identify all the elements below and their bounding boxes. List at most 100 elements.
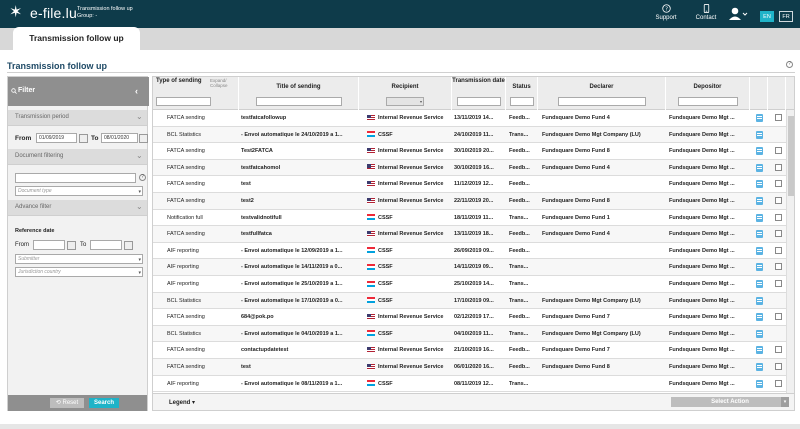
table-row[interactable]: FATCA sending Test2FATCA Internal Revenue … — [153, 143, 786, 160]
table-row[interactable]: FATCA sending test Internal Revenue Servic… — [153, 176, 786, 193]
calendar-icon[interactable] — [124, 241, 133, 250]
column-declarer[interactable]: Declarer — [538, 77, 666, 110]
submitter-select[interactable]: Submitter ▾ — [15, 254, 143, 264]
legend-toggle[interactable]: Legend ▾ — [169, 399, 195, 406]
lang-fr-button[interactable]: FR — [779, 11, 793, 22]
title-filter-input[interactable] — [256, 97, 342, 106]
document-icon[interactable] — [756, 346, 763, 355]
search-button[interactable]: Search — [89, 398, 119, 408]
table-row[interactable]: BCL Statistics - Envoi automatique le 17/… — [153, 292, 786, 310]
table-row[interactable]: BCL Statistics - Envoi automatique le 24/… — [153, 126, 786, 144]
table-row[interactable]: Notification full testvalidnotifull CSSF 18… — [153, 210, 786, 227]
transmission-period-section[interactable]: Transmission period ⌄ — [8, 110, 147, 126]
recipient-filter-select[interactable]: ▾ — [386, 97, 424, 106]
tab-transmission-follow-up[interactable]: Transmission follow up — [13, 27, 140, 50]
select-action-dropdown[interactable]: Select Action ▾ — [671, 397, 789, 407]
column-title[interactable]: Title of sending — [239, 77, 359, 110]
cell-title[interactable]: testfatcahomol — [241, 160, 357, 176]
table-row[interactable]: FATCA sending testfatcahomol Internal Reve… — [153, 159, 786, 177]
row-select-checkbox[interactable] — [775, 230, 782, 238]
document-icon[interactable] — [756, 263, 763, 272]
document-icon[interactable] — [756, 147, 763, 156]
document-icon[interactable] — [756, 329, 763, 338]
document-icon[interactable] — [756, 313, 763, 322]
table-row[interactable]: AIF reporting - Envoi automatique le 14/1… — [153, 259, 786, 276]
document-icon[interactable] — [756, 213, 763, 222]
column-depositor[interactable]: Depositor — [666, 77, 750, 110]
app-logo[interactable]: e-file.lu — [30, 6, 77, 20]
ref-from-input[interactable] — [33, 240, 65, 250]
table-row[interactable]: AIF reporting - Envoi automatique le 12/0… — [153, 243, 786, 260]
cell-title[interactable]: test2 — [241, 193, 357, 209]
cell-title[interactable]: testfatcafollowup — [241, 110, 357, 126]
date-filter-input[interactable] — [457, 97, 501, 106]
table-row[interactable]: FATCA sending test2 Internal Revenue Servi… — [153, 193, 786, 210]
cell-title[interactable]: - Envoi automatique le 25/10/2019 a 1... — [241, 276, 357, 292]
table-row[interactable]: FATCA sending testfatcafollowup Internal R… — [153, 110, 786, 127]
document-type-select[interactable]: Document type ▾ — [15, 186, 143, 196]
table-row[interactable]: FATCA sending 684@pok.po Internal Revenue … — [153, 309, 786, 326]
row-select-checkbox[interactable] — [775, 363, 782, 370]
table-row[interactable]: AIF reporting - Envoi automatique le 25/1… — [153, 276, 786, 293]
calendar-icon[interactable] — [139, 134, 148, 143]
table-row[interactable]: FATCA sending test Internal Revenue Servic… — [153, 359, 786, 376]
row-select-checkbox[interactable] — [775, 114, 782, 121]
table-row[interactable]: BCL Statistics - Envoi automatique le 04/… — [153, 325, 786, 343]
document-icon[interactable] — [756, 363, 763, 371]
column-type[interactable]: Type of sending Expand/ Collapse — [153, 77, 239, 110]
cell-title[interactable]: contactupdatetest — [241, 342, 357, 358]
document-icon[interactable] — [756, 180, 763, 189]
cell-title[interactable]: - Envoi automatique le 08/11/2019 a 1... — [241, 376, 357, 392]
user-menu-icon[interactable] — [728, 7, 748, 21]
row-select-checkbox[interactable] — [775, 280, 782, 287]
document-icon[interactable] — [756, 230, 763, 239]
row-select-checkbox[interactable] — [775, 346, 782, 354]
table-row[interactable]: FATCA sending testfullfatca Internal Reven… — [153, 226, 786, 243]
cell-title[interactable]: - Envoi automatique le 12/09/2019 a 1... — [241, 243, 357, 259]
row-select-checkbox[interactable] — [775, 213, 782, 221]
document-icon[interactable] — [756, 114, 763, 122]
table-row[interactable]: FATCA sending contactupdatetest Internal R… — [153, 342, 786, 359]
contact-button[interactable]: Contact — [686, 4, 726, 21]
cell-title[interactable]: - Envoi automatique le 24/10/2019 a 1... — [241, 127, 357, 143]
status-filter-input[interactable] — [510, 97, 534, 106]
jurisdiction-country-select[interactable]: Jurisdiction country ▾ — [15, 267, 143, 277]
column-recipient[interactable]: Recipient ▾ — [359, 77, 452, 110]
row-select-checkbox[interactable] — [775, 313, 782, 321]
row-select-checkbox[interactable] — [775, 263, 782, 271]
row-select-checkbox[interactable] — [775, 147, 782, 155]
depositor-filter-input[interactable] — [678, 97, 738, 106]
lang-en-button[interactable]: EN — [760, 11, 774, 22]
table-row[interactable]: AIF reporting - Envoi automatique le 08/1… — [153, 376, 786, 393]
help-icon[interactable]: ? — [139, 174, 146, 181]
help-icon[interactable]: ? — [786, 61, 793, 68]
column-status[interactable]: Status — [506, 77, 538, 110]
row-select-checkbox[interactable] — [775, 163, 782, 171]
type-filter-input[interactable] — [156, 97, 211, 106]
grid-scrollbar[interactable] — [786, 110, 794, 393]
document-icon[interactable] — [756, 296, 763, 305]
row-select-checkbox[interactable] — [775, 180, 782, 188]
cell-title[interactable]: test — [241, 359, 357, 375]
reset-button[interactable]: ⟲ Reset — [50, 398, 84, 408]
calendar-icon[interactable] — [79, 134, 88, 143]
row-select-checkbox[interactable] — [775, 197, 782, 204]
cell-title[interactable]: testvalidnotifull — [241, 210, 357, 226]
cell-title[interactable]: 684@pok.po — [241, 309, 357, 325]
document-icon[interactable] — [756, 163, 763, 172]
document-icon[interactable] — [756, 197, 763, 205]
document-icon[interactable] — [756, 130, 763, 139]
row-select-checkbox[interactable] — [775, 379, 782, 387]
cell-title[interactable]: - Envoi automatique le 14/11/2019 a 0... — [241, 259, 357, 275]
scrollbar-thumb[interactable] — [788, 116, 794, 196]
from-date-input[interactable]: 01/09/2019 — [36, 133, 77, 143]
cell-title[interactable]: Test2FATCA — [241, 143, 357, 159]
column-date[interactable]: Transmission date — [452, 77, 506, 110]
advance-filter-section[interactable]: Advance filter ⌄ — [8, 200, 147, 216]
document-search-input[interactable] — [15, 173, 136, 183]
to-date-input[interactable]: 08/01/2020 — [101, 133, 138, 143]
cell-title[interactable]: testfullfatca — [241, 226, 357, 242]
document-filtering-section[interactable]: Document filtering ⌄ — [8, 149, 147, 165]
cell-title[interactable]: - Envoi automatique le 04/10/2019 a 1... — [241, 326, 357, 342]
calendar-icon[interactable] — [67, 241, 76, 250]
